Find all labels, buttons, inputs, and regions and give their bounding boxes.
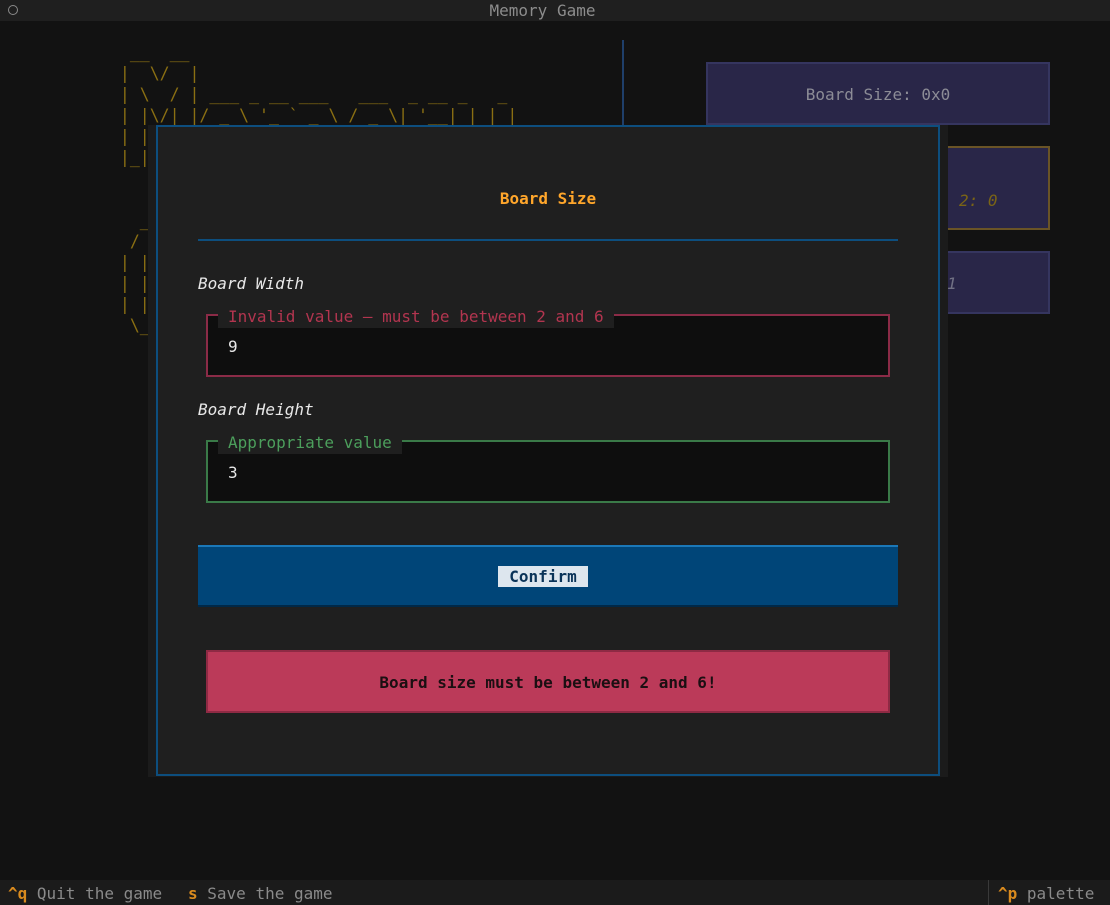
background-divider xyxy=(622,40,624,128)
board-height-validation: Appropriate value xyxy=(218,432,402,454)
footer-bar: ^q Quit the game s Save the game ^p pale… xyxy=(0,880,1110,905)
footer-divider xyxy=(988,880,989,905)
board-height-label: Board Height xyxy=(198,400,314,419)
title-divider xyxy=(198,239,898,241)
confirm-bar[interactable]: Confirm xyxy=(198,545,898,607)
error-message: Board size must be between 2 and 6! xyxy=(379,673,717,692)
save-key: s xyxy=(188,884,198,903)
score-text: 2: 0 xyxy=(959,191,998,210)
board-width-label: Board Width xyxy=(198,274,304,293)
board-height-input[interactable]: Appropriate value 3 xyxy=(206,432,890,503)
board-width-validation: Invalid value — must be between 2 and 6 xyxy=(218,306,614,328)
save-label: Save the game xyxy=(207,884,333,903)
quit-shortcut[interactable]: ^q Quit the game xyxy=(8,884,162,903)
save-shortcut[interactable]: s Save the game xyxy=(188,884,333,903)
board-height-value: 3 xyxy=(228,463,238,482)
dialog-title: Board Size xyxy=(499,189,597,208)
board-width-input[interactable]: Invalid value — must be between 2 and 6 … xyxy=(206,306,890,377)
confirm-button[interactable]: Confirm xyxy=(498,566,588,587)
board-width-value: 9 xyxy=(228,337,238,356)
title-bar: Memory Game xyxy=(0,0,1110,21)
palette-key: ^p xyxy=(998,884,1018,903)
quit-label: Quit the game xyxy=(36,884,163,903)
palette-shortcut[interactable]: ^p palette xyxy=(998,884,1094,903)
quit-key: ^q xyxy=(8,884,28,903)
palette-label: palette xyxy=(1026,884,1095,903)
board-size-dialog: Board Size Board Width Invalid value — m… xyxy=(156,125,940,776)
board-size-panel: Board Size: 0x0 xyxy=(706,62,1050,125)
error-banner: Board size must be between 2 and 6! xyxy=(206,650,890,713)
board-size-text: Board Size: 0x0 xyxy=(805,85,951,104)
turn-text: 1 xyxy=(947,274,957,293)
window-title: Memory Game xyxy=(489,1,596,20)
